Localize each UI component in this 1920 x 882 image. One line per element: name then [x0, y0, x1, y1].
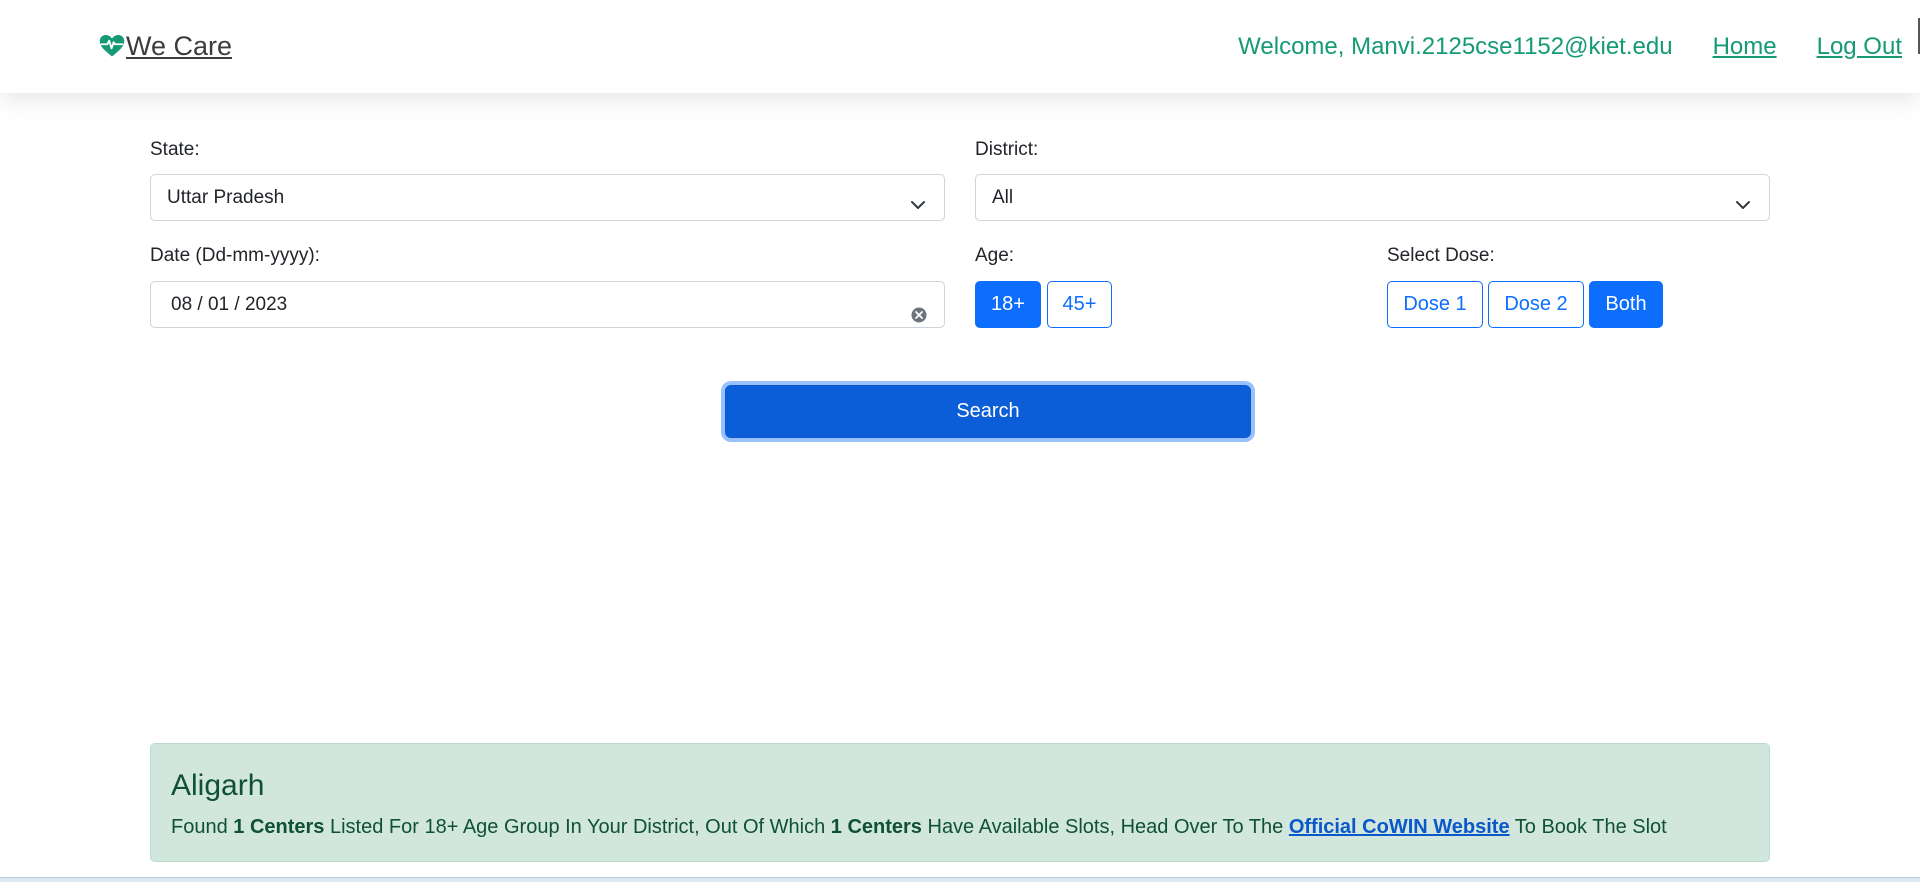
- state-select[interactable]: Uttar Pradesh: [150, 174, 945, 221]
- cowin-link[interactable]: Official CoWIN Website: [1289, 816, 1510, 838]
- bottom-strip: [0, 877, 1920, 882]
- age-45-button[interactable]: 45+: [1047, 281, 1112, 328]
- chevron-down-icon: [1733, 187, 1753, 209]
- result-mid-text: Listed For 18+ Age Group In Your Distric…: [324, 816, 831, 838]
- centers-available: 1 Centers: [830, 816, 922, 838]
- result-tail-text: Have Available Slots, Head Over To The: [921, 816, 1289, 838]
- chevron-down-icon: [908, 187, 928, 209]
- welcome-text: Welcome, Manvi.2125cse1152@kiet.edu: [1238, 33, 1673, 60]
- home-link[interactable]: Home: [1713, 32, 1777, 62]
- date-label: Date (Dd-mm-yyyy):: [150, 245, 320, 266]
- result-district-heading: Aligarh: [171, 769, 265, 802]
- district-value: All: [992, 187, 1014, 208]
- dose-label: Select Dose:: [1387, 245, 1495, 266]
- logout-link[interactable]: Log Out: [1817, 32, 1902, 62]
- dose-2-button[interactable]: Dose 2: [1488, 281, 1584, 328]
- age-label: Age:: [975, 245, 1015, 266]
- date-input[interactable]: 08 / 01 / 2023: [150, 281, 945, 328]
- brand-name: We Care: [126, 31, 233, 61]
- district-select[interactable]: All: [975, 174, 1770, 221]
- top-navbar: We Care Welcome, Manvi.2125cse1152@kiet.…: [0, 0, 1920, 93]
- centers-total: 1 Centers: [233, 816, 325, 838]
- brand-link[interactable]: We Care: [98, 30, 232, 62]
- clear-date-icon[interactable]: [910, 296, 928, 323]
- result-message: Found 1 Centers Listed For 18+ Age Group…: [171, 814, 1667, 840]
- state-label: State:: [150, 139, 200, 160]
- date-value: 08 / 01 / 2023: [171, 294, 288, 315]
- search-button[interactable]: Search: [725, 385, 1251, 438]
- state-value: Uttar Pradesh: [167, 187, 285, 208]
- dose-both-button[interactable]: Both: [1589, 281, 1663, 328]
- dose-1-button[interactable]: Dose 1: [1387, 281, 1483, 328]
- nav-right: Welcome, Manvi.2125cse1152@kiet.edu Home…: [1238, 32, 1902, 62]
- result-found-text: Found: [171, 816, 234, 838]
- age-18-button[interactable]: 18+: [975, 281, 1041, 328]
- heart-pulse-icon: [98, 32, 126, 60]
- district-label: District:: [975, 139, 1039, 160]
- result-alert: Aligarh Found 1 Centers Listed For 18+ A…: [150, 743, 1770, 862]
- result-end-text: To Book The Slot: [1509, 816, 1667, 838]
